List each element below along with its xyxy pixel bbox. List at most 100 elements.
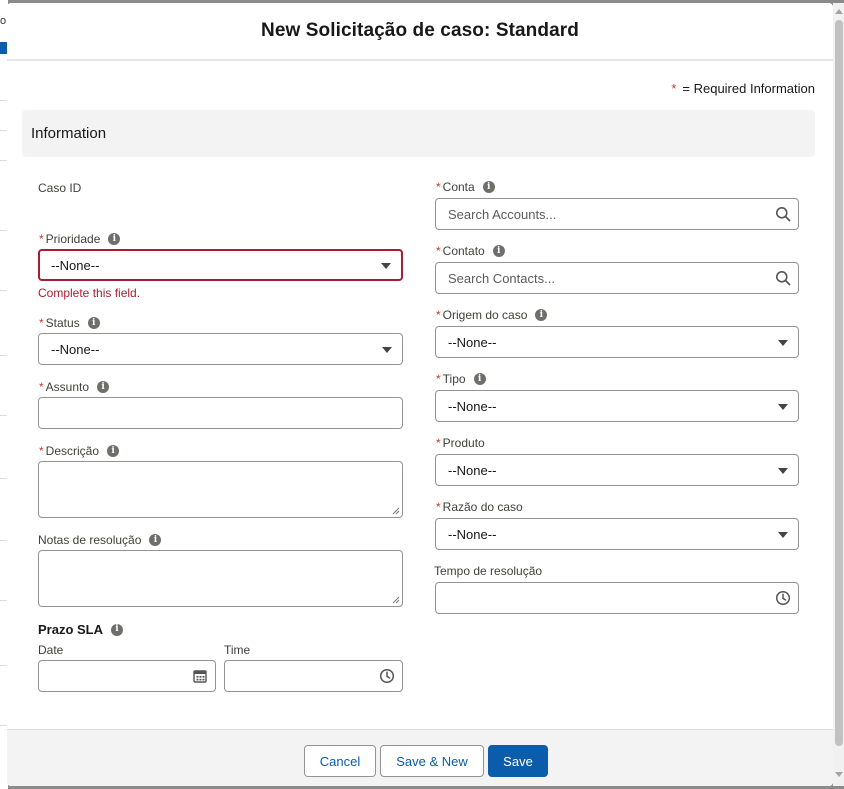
tipo-label: * Tipo i	[436, 372, 486, 386]
contato-lookup-placeholder: Search Contacts...	[448, 270, 555, 286]
chevron-down-icon	[778, 532, 788, 538]
info-icon[interactable]: i	[482, 181, 495, 193]
required-star: *	[436, 244, 441, 258]
clock-icon[interactable]	[379, 668, 395, 684]
info-icon[interactable]: i	[111, 623, 124, 636]
resize-handle-icon[interactable]	[392, 596, 400, 604]
required-star: *	[436, 180, 441, 194]
descricao-textarea[interactable]	[38, 461, 403, 518]
prioridade-label-text: Prioridade	[45, 232, 101, 246]
descricao-label: * Descrição i	[39, 444, 120, 458]
required-star: *	[436, 500, 441, 514]
sla-date-input[interactable]	[38, 660, 216, 692]
produto-label-text: Produto	[442, 436, 485, 450]
required-star: *	[436, 436, 441, 450]
search-icon[interactable]	[775, 206, 791, 222]
prazo-sla-title: Prazo SLA i	[38, 622, 124, 637]
search-icon[interactable]	[775, 270, 791, 286]
calendar-icon[interactable]	[192, 668, 208, 684]
info-icon[interactable]: i	[97, 381, 110, 393]
descricao-label-text: Descrição	[45, 444, 100, 458]
modal-title: New Solicitação de caso: Standard	[261, 20, 579, 41]
produto-label: * Produto	[436, 436, 485, 450]
section-header-information[interactable]: Information	[22, 110, 815, 157]
info-icon[interactable]: i	[149, 534, 162, 546]
save-button[interactable]: Save	[488, 745, 548, 777]
origem-label-text: Origem do caso	[442, 308, 528, 322]
clock-icon[interactable]	[775, 590, 791, 606]
background-text-fragment: o	[0, 15, 7, 27]
info-icon[interactable]: i	[535, 309, 548, 321]
conta-lookup-input[interactable]: Search Accounts...	[435, 198, 799, 230]
status-label: * Status i	[39, 316, 100, 330]
chevron-down-icon	[778, 404, 788, 410]
status-label-text: Status	[45, 316, 80, 330]
prioridade-label: * Prioridade i	[39, 232, 121, 246]
sla-time-input[interactable]	[224, 660, 403, 692]
conta-label: * Conta i	[436, 180, 495, 194]
scroll-down-icon[interactable]	[835, 772, 843, 777]
caso-id-label: Caso ID	[38, 181, 81, 195]
required-star: *	[436, 308, 441, 322]
tipo-select[interactable]: --None--	[435, 390, 799, 422]
info-icon[interactable]: i	[492, 245, 505, 257]
status-select-value: --None--	[51, 341, 100, 357]
chevron-down-icon	[778, 468, 788, 474]
resize-handle-icon[interactable]	[392, 507, 400, 515]
date-label-text: Date	[38, 643, 64, 657]
origem-label: * Origem do caso i	[436, 308, 548, 322]
assunto-input[interactable]	[38, 397, 403, 429]
required-star: *	[436, 372, 441, 386]
modal-header: New Solicitação de caso: Standard	[7, 3, 833, 61]
time-label-text: Time	[224, 643, 251, 657]
cancel-button[interactable]: Cancel	[304, 745, 376, 777]
chevron-down-icon	[778, 340, 788, 346]
new-case-modal: New Solicitação de caso: Standard * = Req…	[7, 3, 833, 786]
date-label: Date	[38, 643, 63, 657]
tempo-label: Tempo de resolução	[434, 564, 542, 578]
modal-footer: Cancel Save & New Save	[7, 729, 833, 786]
assunto-label-text: Assunto	[45, 380, 90, 394]
tempo-label-text: Tempo de resolução	[434, 564, 543, 578]
razao-select-value: --None--	[448, 526, 497, 542]
produto-select[interactable]: --None--	[435, 454, 799, 486]
required-star: *	[39, 316, 44, 330]
produto-select-value: --None--	[448, 462, 497, 478]
save-and-new-button[interactable]: Save & New	[380, 745, 484, 777]
required-star: *	[39, 444, 44, 458]
info-icon[interactable]: i	[107, 445, 120, 457]
notas-label-text: Notas de resolução	[38, 533, 142, 547]
chevron-down-icon	[381, 263, 391, 269]
notas-textarea[interactable]	[38, 550, 403, 607]
notas-label: Notas de resolução i	[38, 533, 162, 547]
required-star: *	[671, 81, 677, 96]
prioridade-error-message: Complete this field.	[38, 286, 141, 300]
contato-lookup-input[interactable]: Search Contacts...	[435, 262, 799, 294]
razao-select[interactable]: --None--	[435, 518, 799, 550]
tempo-resolucao-input[interactable]	[435, 582, 799, 614]
prioridade-select-value: --None--	[51, 257, 100, 273]
razao-label: * Razão do caso	[436, 500, 523, 514]
status-select[interactable]: --None--	[38, 333, 403, 365]
assunto-label: * Assunto i	[39, 380, 110, 394]
info-icon[interactable]: i	[473, 373, 486, 385]
info-icon[interactable]: i	[87, 317, 100, 329]
conta-label-text: Conta	[442, 180, 475, 194]
chevron-down-icon	[382, 347, 392, 353]
prioridade-select[interactable]: --None--	[38, 249, 403, 281]
caso-id-label-text: Caso ID	[38, 181, 82, 195]
contato-label-text: Contato	[442, 244, 485, 258]
conta-lookup-placeholder: Search Accounts...	[448, 206, 557, 222]
tipo-select-value: --None--	[448, 398, 497, 414]
razao-label-text: Razão do caso	[442, 500, 523, 514]
scroll-up-icon[interactable]	[835, 9, 843, 14]
section-title: Information	[31, 125, 107, 142]
required-information-text: = Required Information	[682, 81, 815, 96]
origem-select[interactable]: --None--	[435, 326, 799, 358]
contato-label: * Contato i	[436, 244, 505, 258]
required-star: *	[39, 232, 44, 246]
origem-select-value: --None--	[448, 334, 497, 350]
info-icon[interactable]: i	[108, 233, 121, 245]
prazo-sla-title-text: Prazo SLA	[38, 622, 104, 637]
scrollbar-thumb[interactable]	[835, 20, 843, 746]
